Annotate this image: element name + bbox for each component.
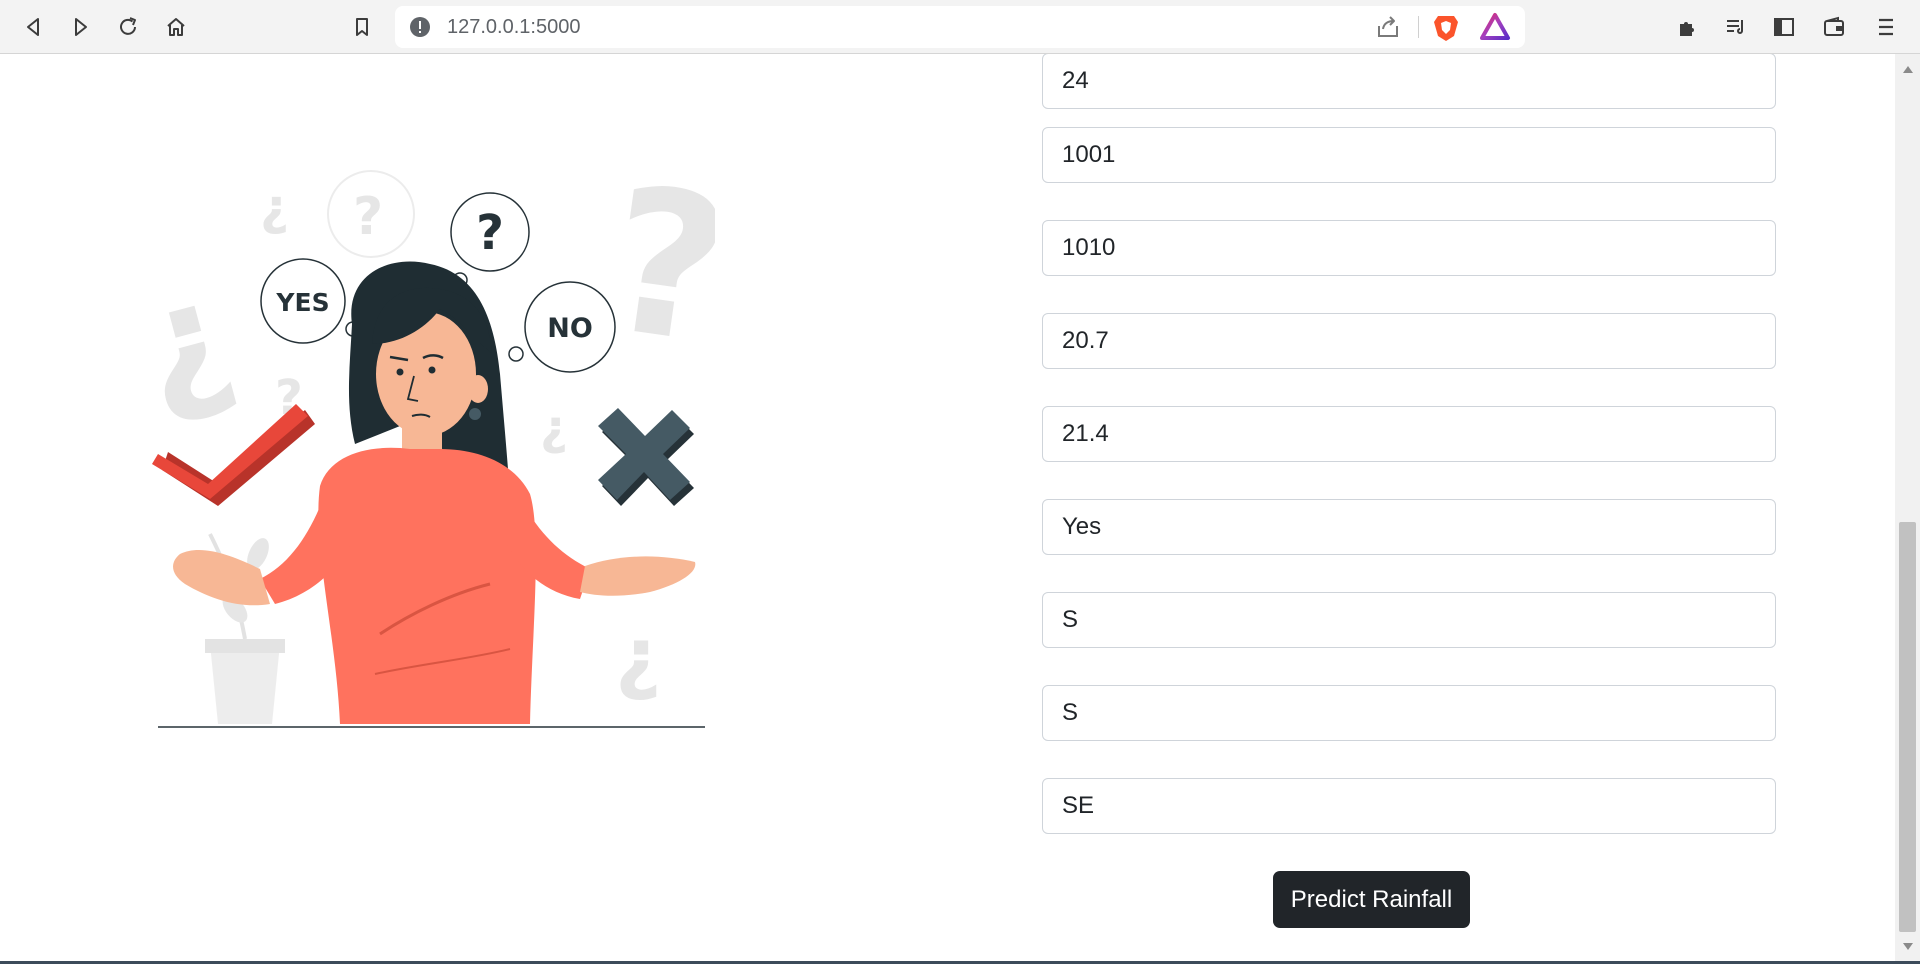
separator — [1418, 16, 1419, 38]
field-3[interactable] — [1042, 220, 1776, 276]
info-icon[interactable] — [409, 16, 431, 38]
wallet-icon[interactable] — [1818, 11, 1850, 43]
no-bubble: NO — [508, 281, 616, 373]
decision-illustration: ? ¿ ¿ ? ¿ ¿ ? YES ? NO — [140, 143, 715, 728]
sidebar-icon[interactable] — [1768, 11, 1800, 43]
svg-text:?: ? — [594, 143, 715, 390]
yes-label: YES — [275, 288, 329, 317]
brave-shields-icon[interactable] — [1431, 12, 1461, 42]
field-2[interactable] — [1042, 127, 1776, 183]
scroll-thumb[interactable] — [1899, 522, 1916, 932]
field-6[interactable] — [1042, 499, 1776, 555]
back-icon[interactable] — [18, 11, 50, 43]
extensions-icon[interactable] — [1672, 11, 1704, 43]
svg-text:¿: ¿ — [260, 178, 289, 236]
share-icon[interactable] — [1375, 14, 1401, 40]
cross-icon — [598, 408, 694, 506]
forward-icon[interactable] — [64, 11, 96, 43]
bookmark-icon[interactable] — [346, 11, 378, 43]
svg-text:?: ? — [353, 187, 383, 247]
svg-text:¿: ¿ — [615, 610, 661, 703]
brave-rewards-icon[interactable] — [1479, 12, 1511, 42]
url-text[interactable]: 127.0.0.1:5000 — [447, 16, 580, 39]
home-icon[interactable] — [160, 11, 192, 43]
no-label: NO — [547, 313, 593, 344]
question-label: ? — [476, 205, 504, 261]
field-4[interactable] — [1042, 313, 1776, 369]
scroll-up-arrow-icon[interactable] — [1903, 66, 1913, 73]
field-8[interactable] — [1042, 685, 1776, 741]
svg-text:¿: ¿ — [140, 245, 249, 436]
reload-icon[interactable] — [112, 11, 144, 43]
page-content: ? ¿ ¿ ? ¿ ¿ ? YES ? NO 24 1001 1010 20.7… — [0, 54, 1895, 964]
browser-toolbar: 127.0.0.1:5000 — [0, 0, 1920, 54]
svg-text:¿: ¿ — [540, 400, 568, 456]
field-9[interactable] — [1042, 778, 1776, 834]
field-5[interactable] — [1042, 406, 1776, 462]
address-bar[interactable]: 127.0.0.1:5000 — [395, 6, 1525, 48]
predict-rainfall-button[interactable]: Predict Rainfall — [1273, 871, 1470, 928]
page-scrollbar[interactable] — [1895, 54, 1920, 964]
yes-bubble: YES — [260, 258, 361, 344]
field-1[interactable] — [1042, 54, 1776, 109]
question-bubble: ? — [450, 192, 530, 288]
menu-icon[interactable] — [1870, 11, 1902, 43]
playlist-icon[interactable] — [1720, 11, 1752, 43]
scroll-down-arrow-icon[interactable] — [1903, 943, 1913, 950]
field-7[interactable] — [1042, 592, 1776, 648]
